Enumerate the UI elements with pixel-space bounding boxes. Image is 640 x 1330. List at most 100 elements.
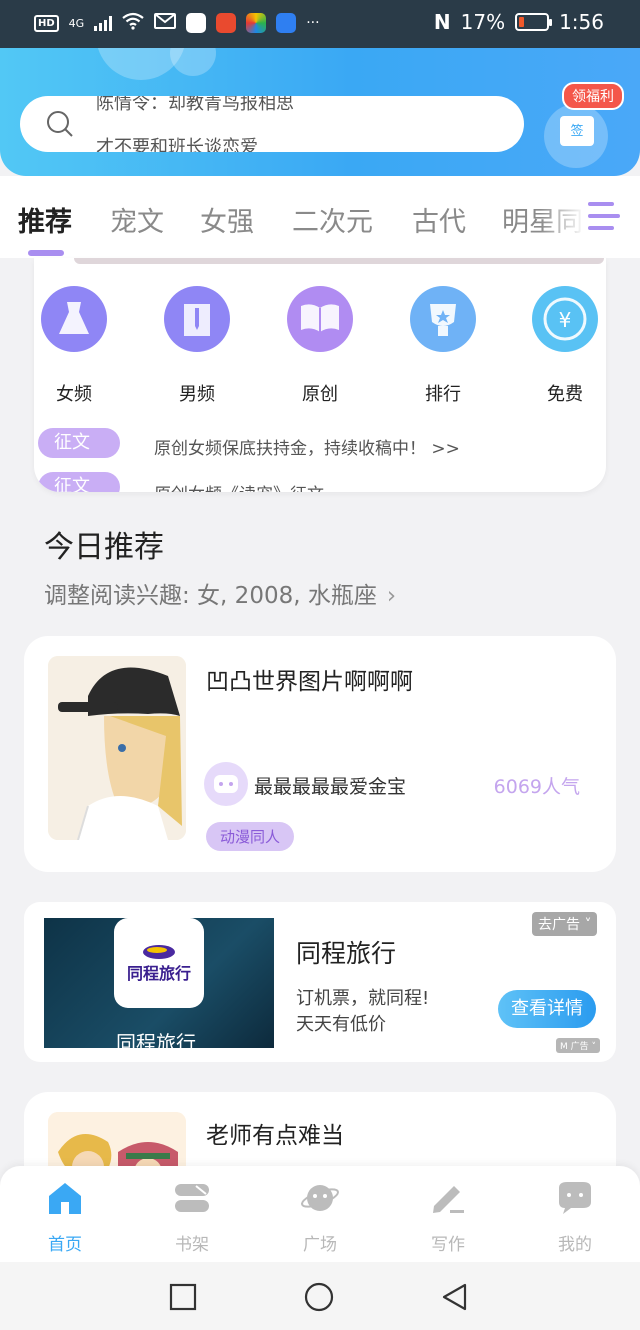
- bookshelf-icon: [172, 1180, 212, 1216]
- search-hint-ticker: 陈情令：却教青鸟报相思 才不要和班长谈恋爱: [96, 96, 506, 152]
- dress-icon: [41, 286, 107, 352]
- nav-label: 首页: [48, 1235, 82, 1255]
- tab-strong-heroine[interactable]: 女强: [200, 200, 254, 239]
- ad-brand: 同程旅行: [126, 964, 191, 983]
- hand-app-icon: [186, 13, 207, 33]
- ad-mark: M 广告 ˅: [556, 1038, 601, 1053]
- author-name: 最最最最最爱金宝: [254, 776, 407, 798]
- home-icon: [45, 1180, 85, 1216]
- nav-label: 我的: [558, 1235, 592, 1255]
- active-tab-indicator: [28, 250, 64, 256]
- category-female[interactable]: 女频: [34, 286, 114, 406]
- category-label: 排行: [425, 384, 461, 405]
- nav-home[interactable]: 首页: [25, 1180, 105, 1255]
- genre-tag[interactable]: 动漫同人: [206, 822, 295, 851]
- category-tabs: 推荐 宠文 女强 二次元 古代 明星同: [0, 176, 640, 258]
- gift-icon: 签: [560, 116, 594, 146]
- status-right: N 17% 1:56: [434, 10, 604, 34]
- chevron-right-icon: ›: [386, 583, 397, 609]
- battery-icon: [515, 13, 553, 31]
- tab-ancient[interactable]: 古代: [412, 200, 466, 239]
- category-label: 男频: [179, 384, 215, 405]
- network-type: 4G: [68, 16, 85, 30]
- search-hint: 陈情令：却教青鸟报相思: [96, 96, 294, 114]
- svg-text:¥: ¥: [559, 308, 572, 332]
- book-title: 老师有点难当: [206, 1123, 344, 1149]
- remove-ad-button[interactable]: 去广告 ˅: [532, 912, 598, 936]
- tab-recommend[interactable]: 推荐: [18, 200, 72, 239]
- ad-title: 同程旅行: [296, 939, 397, 968]
- home-circle-icon[interactable]: [304, 1282, 334, 1312]
- ad-desc-line: 天天有低价: [296, 1014, 386, 1035]
- system-nav-bar: [0, 1262, 640, 1330]
- bottom-nav: 首页 书架 广场 写作 我的: [0, 1166, 640, 1262]
- nav-write[interactable]: 写作: [408, 1180, 488, 1255]
- wifi-icon: [122, 12, 144, 34]
- mail-icon: [154, 13, 177, 33]
- tab-pet-romance[interactable]: 宠文: [110, 200, 164, 239]
- hd-badge: HD: [34, 14, 59, 32]
- status-left: HD 4G ···: [34, 12, 320, 34]
- recent-apps-icon[interactable]: [168, 1282, 198, 1312]
- search-icon: [47, 111, 73, 137]
- planet-icon: [300, 1180, 340, 1216]
- category-card: 女频 男频 原创 排行 ¥ 免费 征文 原创女频保底扶持金，持续收稿中！ >> …: [34, 258, 606, 492]
- color-app-icon: [246, 13, 267, 33]
- app-header: HD 4G ··· N 17% 1:56 陈情令：却教青鸟报相思 才不要和班长谈…: [0, 0, 640, 176]
- notice-pill: 征文: [38, 428, 120, 458]
- chat-icon: [555, 1180, 595, 1216]
- shirt-icon: [164, 286, 230, 352]
- notice-text: 原创女频《读宠》征文: [154, 480, 324, 492]
- category-label: 女频: [56, 384, 92, 405]
- book-title: 凹凸世界图片啊啊啊: [206, 669, 413, 695]
- tab-menu-icon[interactable]: [588, 202, 620, 232]
- trophy-icon: [410, 286, 476, 352]
- tab-anime[interactable]: 二次元: [292, 200, 373, 239]
- nav-square[interactable]: 广场: [280, 1180, 360, 1255]
- book-cover: [48, 656, 186, 840]
- back-triangle-icon[interactable]: [440, 1282, 470, 1312]
- red-app-icon: [216, 13, 237, 33]
- remove-ad-label: 去广告: [538, 917, 580, 933]
- ad-description: 订机票，就同程! 天天有低价: [296, 986, 429, 1038]
- category-label: 免费: [547, 384, 583, 405]
- yuan-icon: ¥: [532, 286, 598, 352]
- banner-edge: [74, 258, 604, 264]
- ad-desc-line: 订机票，就同程!: [296, 988, 430, 1009]
- book-icon: [287, 286, 353, 352]
- category-male[interactable]: 男频: [157, 286, 237, 406]
- notice-pill: 征文: [38, 472, 120, 492]
- search-hint: 才不要和班长谈恋爱: [96, 137, 258, 152]
- book-card[interactable]: 凹凸世界图片啊啊啊 最最最最最爱金宝 6069人气 动漫同人: [24, 636, 616, 872]
- ad-logo: 同程旅行: [114, 918, 204, 1008]
- nav-label: 书架: [175, 1235, 209, 1255]
- nav-label: 广场: [303, 1235, 337, 1255]
- interest-text: 调整阅读兴趣: 女, 2008, 水瓶座: [44, 583, 377, 609]
- author-avatar: [204, 762, 248, 806]
- nav-bookshelf[interactable]: 书架: [152, 1180, 232, 1255]
- ad-mark-label: 广告: [570, 1042, 589, 1052]
- ad-view-details-button[interactable]: 查看详情: [498, 990, 596, 1028]
- nav-mine[interactable]: 我的: [535, 1180, 615, 1255]
- bulb-app-icon: [276, 13, 297, 33]
- ad-card[interactable]: 同程旅行 同程旅行 同程旅行 订机票，就同程! 天天有低价 查看详情 去广告 ˅…: [24, 902, 616, 1062]
- pen-icon: [428, 1180, 468, 1216]
- notice-ticker[interactable]: 征文 原创女频保底扶持金，持续收稿中！ >> 征文 原创女频《读宠》征文: [34, 428, 606, 492]
- category-original[interactable]: 原创: [280, 286, 360, 406]
- category-ranking[interactable]: 排行: [403, 286, 483, 406]
- interest-settings-link[interactable]: 调整阅读兴趣: 女, 2008, 水瓶座 ›: [44, 576, 396, 610]
- category-free[interactable]: ¥ 免费: [525, 286, 605, 406]
- battery-percent: 17%: [460, 10, 506, 34]
- gift-button[interactable]: 签: [544, 104, 608, 168]
- category-label: 原创: [302, 384, 338, 405]
- gift-tag[interactable]: 领福利: [562, 82, 624, 110]
- popularity: 6069人气: [493, 776, 580, 798]
- ad-caption: 同程旅行: [116, 1031, 196, 1048]
- clock: 1:56: [559, 10, 604, 34]
- ad-image: 同程旅行 同程旅行: [44, 918, 274, 1048]
- signal-icon: [94, 15, 113, 31]
- search-bar[interactable]: 陈情令：却教青鸟报相思 才不要和班长谈恋爱: [20, 96, 524, 152]
- nav-label: 写作: [431, 1235, 465, 1255]
- more-notifications: ···: [306, 15, 320, 31]
- section-title: 今日推荐: [44, 530, 164, 565]
